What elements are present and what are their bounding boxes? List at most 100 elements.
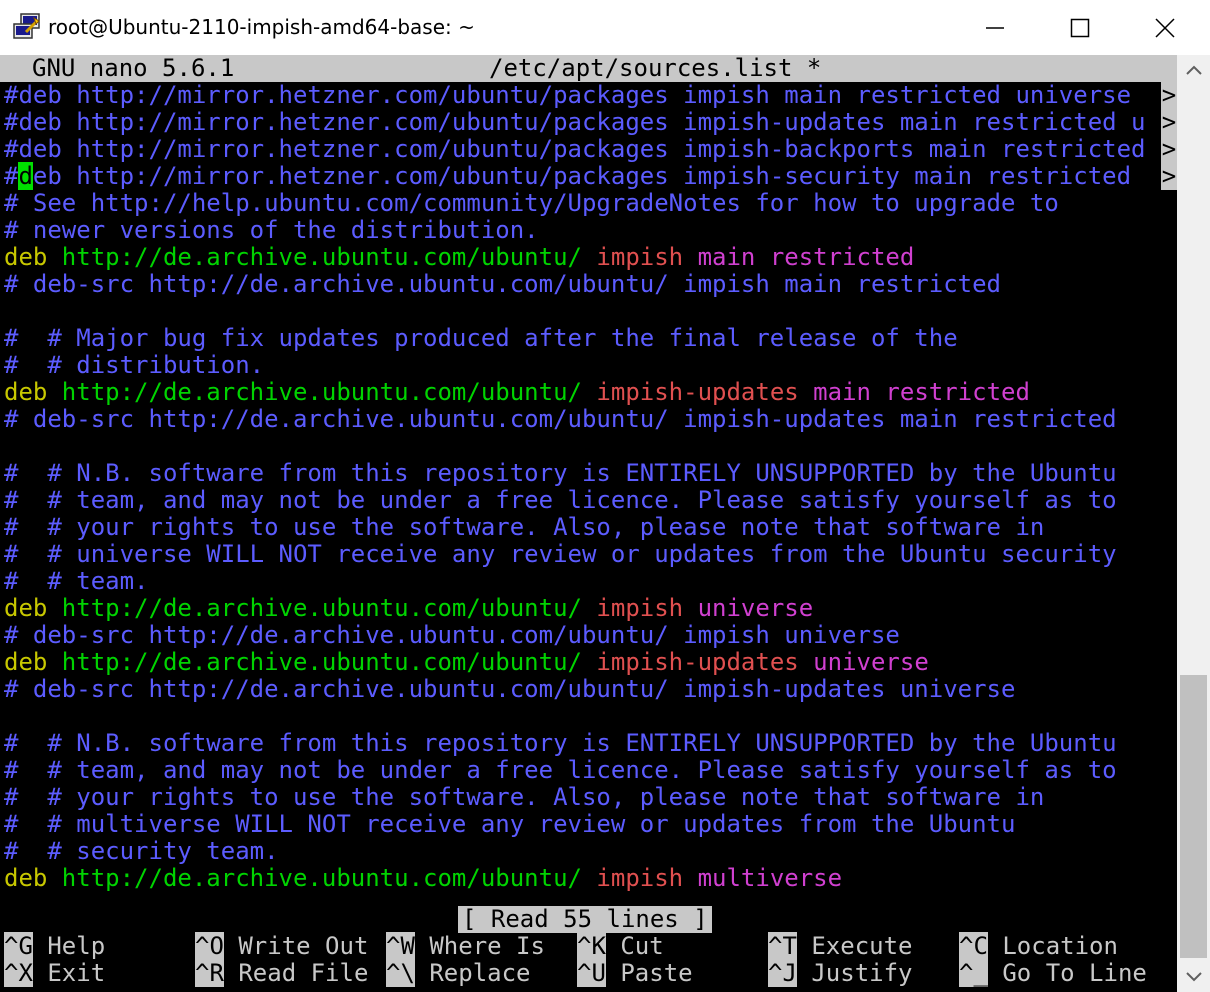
shortcut-key: ^_: [959, 959, 988, 987]
line-segment: http://de.archive.ubuntu.com/ubuntu/: [61, 864, 597, 892]
editor-line[interactable]: # # multiverse WILL NOT receive any revi…: [4, 811, 1015, 838]
shortcut-item[interactable]: ^U Paste: [577, 959, 693, 987]
line-segment: impish: [596, 243, 698, 271]
maximize-icon: [1070, 18, 1090, 37]
editor-line[interactable]: # # distribution.: [4, 352, 264, 379]
line-segment: restricted: [769, 243, 915, 271]
shortcut-label: Paste: [605, 959, 693, 987]
line-segment: # # multiverse WILL NOT receive any revi…: [4, 810, 1016, 838]
line-segment: # # Major bug fix updates produced after…: [4, 324, 958, 352]
line-segment: # # universe WILL NOT receive any review…: [4, 540, 1117, 568]
shortcut-label: Write Out: [223, 932, 369, 960]
editor-line[interactable]: deb http://de.archive.ubuntu.com/ubuntu/…: [4, 595, 813, 622]
text-cursor: d: [18, 162, 33, 190]
editor-line[interactable]: #deb http://mirror.hetzner.com/ubuntu/pa…: [4, 82, 1146, 109]
editor-line[interactable]: deb http://de.archive.ubuntu.com/ubuntu/…: [4, 865, 842, 892]
shortcut-key: ^R: [195, 959, 224, 987]
line-segment: eb http://mirror.hetzner.com/ubuntu/pack…: [32, 162, 1146, 190]
line-segment: #deb http://mirror.hetzner.com/ubuntu/pa…: [4, 81, 1146, 109]
scroll-up-button[interactable]: [1177, 55, 1210, 85]
editor-line[interactable]: # # security team.: [4, 838, 279, 865]
shortcut-key: ^T: [768, 932, 797, 960]
editor-line[interactable]: # # your rights to use the software. Als…: [4, 784, 1044, 811]
line-segment: universe: [697, 594, 814, 622]
maximize-button[interactable]: [1035, 0, 1125, 55]
editor-line[interactable]: # deb-src http://de.archive.ubuntu.com/u…: [4, 406, 1117, 433]
editor-line[interactable]: #deb http://mirror.hetzner.com/ubuntu/pa…: [4, 162, 1146, 190]
chevron-down-icon: [1185, 972, 1202, 982]
editor-line[interactable]: #deb http://mirror.hetzner.com/ubuntu/pa…: [4, 136, 1146, 163]
putty-icon[interactable]: [12, 12, 42, 42]
shortcut-label: Execute: [796, 932, 913, 960]
editor-line[interactable]: # # Major bug fix updates produced after…: [4, 325, 958, 352]
editor-line[interactable]: # # team, and may not be under a free li…: [4, 487, 1117, 514]
editor-line[interactable]: # # N.B. software from this repository i…: [4, 460, 1117, 487]
editor-line[interactable]: # See http://help.ubuntu.com/community/U…: [4, 190, 1059, 217]
line-segment: # # team, and may not be under a free li…: [4, 756, 1117, 784]
line-segment: http://de.archive.ubuntu.com/ubuntu/: [61, 243, 597, 271]
editor-line[interactable]: # deb-src http://de.archive.ubuntu.com/u…: [4, 622, 900, 649]
line-segment: #deb http://mirror.hetzner.com/ubuntu/pa…: [4, 108, 1146, 136]
line-segment: #: [4, 162, 19, 190]
line-segment: main: [697, 243, 770, 271]
shortcut-item[interactable]: ^X Exit: [4, 959, 105, 987]
terminal-screen[interactable]: GNU nano 5.6.1 /etc/apt/sources.list * #…: [0, 55, 1177, 992]
editor-line[interactable]: # # team.: [4, 568, 149, 595]
editor-line[interactable]: deb http://de.archive.ubuntu.com/ubuntu/…: [4, 649, 929, 676]
shortcut-key: ^O: [195, 932, 224, 960]
line-segment: # See http://help.ubuntu.com/community/U…: [4, 189, 1059, 217]
shortcut-key: ^\: [386, 959, 415, 987]
vertical-scrollbar[interactable]: [1177, 55, 1210, 992]
nano-header: GNU nano 5.6.1 /etc/apt/sources.list *: [0, 55, 1177, 82]
minimize-button[interactable]: [950, 0, 1040, 55]
scrollbar-thumb[interactable]: [1180, 675, 1207, 958]
status-message: [ Read 55 lines ]: [458, 906, 712, 933]
line-segment: # # your rights to use the software. Als…: [4, 513, 1045, 541]
editor-line[interactable]: #deb http://mirror.hetzner.com/ubuntu/pa…: [4, 109, 1146, 136]
shortcut-item[interactable]: ^_ Go To Line: [959, 959, 1147, 987]
shortcut-item[interactable]: ^O Write Out: [195, 932, 369, 960]
line-segment: http://de.archive.ubuntu.com/ubuntu/: [61, 594, 597, 622]
line-segment: # # distribution.: [4, 351, 265, 379]
shortcut-item[interactable]: ^R Read File: [195, 959, 368, 987]
shortcut-item[interactable]: ^J Justify: [768, 959, 913, 987]
editor-line[interactable]: deb http://de.archive.ubuntu.com/ubuntu/…: [4, 379, 1030, 406]
shortcut-key: ^X: [4, 959, 33, 987]
line-segment: deb: [4, 648, 62, 676]
editor-line[interactable]: # # team, and may not be under a free li…: [4, 757, 1117, 784]
editor-line[interactable]: # deb-src http://de.archive.ubuntu.com/u…: [4, 271, 1001, 298]
line-segment: #deb http://mirror.hetzner.com/ubuntu/pa…: [4, 135, 1146, 163]
editor-line[interactable]: deb http://de.archive.ubuntu.com/ubuntu/…: [4, 244, 914, 271]
close-button[interactable]: [1120, 0, 1210, 55]
editor-line[interactable]: # newer versions of the distribution.: [4, 217, 539, 244]
line-segment: deb: [4, 243, 62, 271]
shortcut-item[interactable]: ^K Cut: [577, 932, 664, 960]
shortcut-label: Location: [987, 932, 1118, 960]
shortcut-item[interactable]: ^\ Replace: [386, 959, 531, 987]
line-segment: restricted: [885, 378, 1030, 406]
editor-line[interactable]: # deb-src http://de.archive.ubuntu.com/u…: [4, 676, 1015, 703]
editor-line[interactable]: # # your rights to use the software. Als…: [4, 514, 1044, 541]
line-segment: universe: [813, 648, 929, 676]
title-bar[interactable]: root@Ubuntu-2110-impish-amd64-base: ~: [0, 0, 1210, 55]
shortcut-item[interactable]: ^G Help: [4, 932, 106, 960]
line-overflow-marker: >: [1161, 135, 1177, 163]
line-segment: http://de.archive.ubuntu.com/ubuntu/: [61, 378, 597, 406]
editor-line[interactable]: # # N.B. software from this repository i…: [4, 730, 1117, 757]
shortcut-label: Help: [32, 932, 106, 960]
line-segment: # deb-src http://de.archive.ubuntu.com/u…: [4, 270, 1001, 298]
line-segment: # deb-src http://de.archive.ubuntu.com/u…: [4, 405, 1117, 433]
shortcut-label: Replace: [414, 959, 531, 987]
shortcut-item[interactable]: ^T Execute: [768, 932, 913, 960]
line-segment: impish: [596, 864, 698, 892]
scroll-down-button[interactable]: [1177, 962, 1210, 992]
shortcut-item[interactable]: ^C Location: [959, 932, 1118, 960]
shortcut-item[interactable]: ^W Where Is: [386, 932, 545, 960]
shortcut-key: ^K: [577, 932, 606, 960]
line-segment: main: [813, 378, 886, 406]
line-segment: # newer versions of the distribution.: [4, 216, 539, 244]
line-segment: # # security team.: [4, 837, 279, 865]
file-name: /etc/apt/sources.list *: [489, 55, 822, 82]
editor-line[interactable]: # # universe WILL NOT receive any review…: [4, 541, 1117, 568]
shortcut-label: Where Is: [414, 932, 545, 960]
